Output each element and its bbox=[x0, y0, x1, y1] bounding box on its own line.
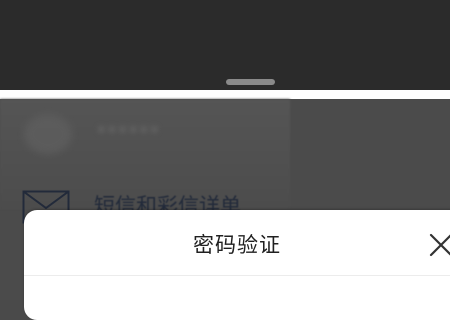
drag-handle[interactable] bbox=[226, 79, 275, 85]
close-button[interactable] bbox=[428, 232, 450, 258]
header-strip bbox=[0, 90, 450, 99]
password-verify-dialog: 密码验证 bbox=[24, 210, 450, 320]
dialog-divider bbox=[24, 275, 450, 276]
blurred-title: •••••• bbox=[96, 120, 160, 141]
close-icon bbox=[429, 233, 450, 257]
avatar bbox=[24, 114, 72, 154]
dialog-title: 密码验证 bbox=[193, 233, 281, 257]
top-panel bbox=[0, 0, 450, 90]
